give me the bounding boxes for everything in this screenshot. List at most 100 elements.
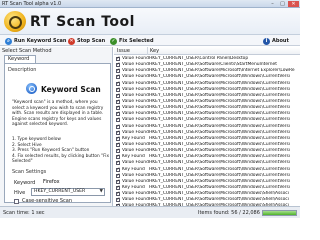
row-key: HKEY_CURRENT_USER\Software\Microsoft\Win… bbox=[149, 178, 290, 184]
row-key: HKEY_CURRENT_USER\Software\Microsoft\Win… bbox=[149, 148, 290, 154]
keyword-tab-panel: Description Keyword Scan "Keyword scan" … bbox=[4, 63, 111, 204]
column-header-issue[interactable]: Issue bbox=[117, 48, 130, 54]
run-keyword-scan-button[interactable]: ⌕ Run Keyword Scan bbox=[5, 37, 67, 45]
row-key: HKEY_CURRENT_USER\Software\Microsoft\Win… bbox=[149, 92, 290, 98]
row-checkbox[interactable] bbox=[116, 173, 120, 178]
row-key: HKEY_CURRENT_USER\Software\Microsoft\Win… bbox=[149, 184, 290, 190]
row-key: HKEY_CURRENT_USER\Software\Microsoft\Win… bbox=[149, 197, 289, 203]
row-issue: Value Found bbox=[122, 98, 149, 104]
about-button[interactable]: i About bbox=[263, 37, 289, 45]
row-issue: Value Found bbox=[122, 56, 149, 61]
results-rows: Value FoundHKEY_CURRENT_USER\Control Pan… bbox=[114, 56, 300, 210]
row-checkbox[interactable] bbox=[116, 111, 120, 117]
row-key: HKEY_CURRENT_USER\Software\Microsoft\Win… bbox=[149, 86, 290, 92]
row-checkbox[interactable] bbox=[116, 154, 120, 160]
row-key: HKEY_CURRENT_USER\Software\Microsoft\Win… bbox=[149, 74, 290, 80]
maximize-button[interactable]: □ bbox=[278, 1, 287, 7]
row-checkbox[interactable] bbox=[116, 142, 120, 147]
column-header-key[interactable]: Key bbox=[150, 48, 159, 54]
minimize-button[interactable]: – bbox=[268, 1, 277, 7]
description-label: Description bbox=[8, 67, 37, 73]
scan-method-panel: Select Scan Method Keyword Description K… bbox=[0, 47, 113, 206]
row-key: HKEY_CURRENT_USER\Software\Microsoft\Win… bbox=[149, 123, 290, 129]
case-sensitive-checkbox[interactable] bbox=[14, 198, 19, 204]
row-issue: Value Found bbox=[122, 160, 149, 166]
row-issue: Value Found bbox=[122, 148, 149, 154]
row-issue: Value Found bbox=[122, 141, 149, 147]
description-text: "Keyword scan" is a method, where you se… bbox=[12, 100, 104, 128]
steps-list: 1. Type keyword below 2. Select Hive 3. … bbox=[12, 137, 109, 165]
row-checkbox[interactable] bbox=[116, 124, 120, 129]
tab-keyword[interactable]: Keyword bbox=[4, 55, 36, 63]
info-icon: i bbox=[263, 37, 270, 45]
row-issue: Value Found bbox=[122, 80, 149, 86]
row-checkbox[interactable] bbox=[116, 56, 120, 61]
row-checkbox[interactable] bbox=[116, 105, 120, 111]
case-sensitive-option[interactable]: Case-sensitive Scan bbox=[14, 198, 72, 204]
row-key: HKEY_CURRENT_USER\Software\Microsoft\Win… bbox=[149, 154, 290, 160]
fix-selected-button[interactable]: ✓ Fix Selected bbox=[110, 37, 154, 45]
results-table: Issue Key Value FoundHKEY_CURRENT_USER\C… bbox=[114, 47, 300, 209]
about-label: About bbox=[272, 38, 289, 44]
progress-fill bbox=[263, 211, 296, 215]
keyword-scan-icon bbox=[26, 83, 37, 94]
row-issue: Value Found bbox=[122, 123, 149, 129]
case-sensitive-label: Case-sensitive Scan bbox=[22, 198, 73, 204]
row-key: HKEY_CURRENT_USER\Software\Microsoft\Win… bbox=[149, 111, 290, 117]
stop-scan-label: Stop Scan bbox=[77, 38, 106, 44]
row-issue: Value Found bbox=[122, 68, 149, 74]
row-checkbox[interactable] bbox=[116, 197, 120, 203]
row-checkbox[interactable] bbox=[116, 191, 120, 197]
hive-label: Hive bbox=[14, 190, 26, 196]
row-checkbox[interactable] bbox=[116, 99, 120, 104]
row-checkbox[interactable] bbox=[116, 74, 120, 80]
row-issue: Value Found bbox=[122, 105, 149, 111]
items-found-text: Items found: 56 / 22,086 bbox=[198, 210, 260, 216]
row-issue: Value Found bbox=[122, 197, 149, 203]
scan-method-caption: Select Scan Method bbox=[2, 48, 52, 54]
row-checkbox[interactable] bbox=[116, 185, 120, 190]
row-checkbox[interactable] bbox=[116, 62, 120, 68]
row-issue: Value Found bbox=[122, 129, 149, 135]
stop-scan-button[interactable]: ✕ Stop Scan bbox=[68, 37, 105, 45]
hive-select[interactable]: HKEY_CURRENT_USER ▼ bbox=[31, 188, 105, 196]
row-key: HKEY_CURRENT_USER\Software\Microsoft\Win… bbox=[149, 191, 289, 197]
row-checkbox[interactable] bbox=[116, 117, 120, 123]
row-checkbox[interactable] bbox=[116, 87, 120, 92]
row-key: HKEY_CURRENT_USER\Software\Microsoft\Win… bbox=[149, 166, 290, 172]
row-issue: Value Found bbox=[122, 172, 149, 178]
app-banner: RT Scan Tool bbox=[0, 8, 300, 35]
status-bar: Scan time: 1 sec Items found: 56 / 22,08… bbox=[0, 206, 300, 218]
row-issue: Value Found bbox=[122, 191, 149, 197]
row-checkbox[interactable] bbox=[116, 179, 120, 184]
chevron-down-icon: ▼ bbox=[99, 189, 103, 194]
row-issue: Key Found bbox=[122, 154, 145, 160]
row-checkbox[interactable] bbox=[116, 167, 120, 172]
row-issue: Key Found bbox=[122, 135, 145, 141]
row-issue: Value Found bbox=[122, 117, 149, 123]
row-key: HKEY_CURRENT_USER\Software\Clients\Start… bbox=[149, 62, 277, 68]
row-checkbox[interactable] bbox=[116, 136, 120, 141]
row-issue: Value Found bbox=[122, 62, 149, 68]
title-bar: RT Scan Tool alpha v1.0 – □ ✕ bbox=[0, 0, 300, 8]
row-checkbox[interactable] bbox=[116, 93, 120, 98]
close-button[interactable]: ✕ bbox=[288, 1, 299, 7]
row-checkbox[interactable] bbox=[116, 68, 120, 74]
row-checkbox[interactable] bbox=[116, 130, 120, 135]
keyword-scan-title: Keyword Scan bbox=[41, 85, 101, 94]
row-key: HKEY_CURRENT_USER\Software\Microsoft\Win… bbox=[149, 80, 290, 86]
row-checkbox[interactable] bbox=[116, 81, 120, 86]
row-key: HKEY_CURRENT_USER\Software\Microsoft\Win… bbox=[149, 98, 290, 104]
hive-select-value: HKEY_CURRENT_USER bbox=[34, 189, 86, 194]
results-header: Issue Key bbox=[114, 47, 300, 55]
keyword-input[interactable]: Firefox bbox=[43, 179, 60, 185]
row-issue: Value Found bbox=[122, 111, 149, 117]
scan-progress-bar bbox=[262, 210, 297, 216]
row-issue: Value Found bbox=[122, 92, 149, 98]
row-checkbox[interactable] bbox=[116, 160, 120, 166]
row-key: HKEY_CURRENT_USER\Software\Microsoft\Int… bbox=[149, 68, 295, 74]
row-checkbox[interactable] bbox=[116, 148, 120, 154]
row-key: HKEY_CURRENT_USER\Software\Microsoft\Win… bbox=[149, 117, 290, 123]
row-key: HKEY_CURRENT_USER\Software\Microsoft\Win… bbox=[149, 172, 290, 178]
row-issue: Value Found bbox=[122, 86, 149, 92]
